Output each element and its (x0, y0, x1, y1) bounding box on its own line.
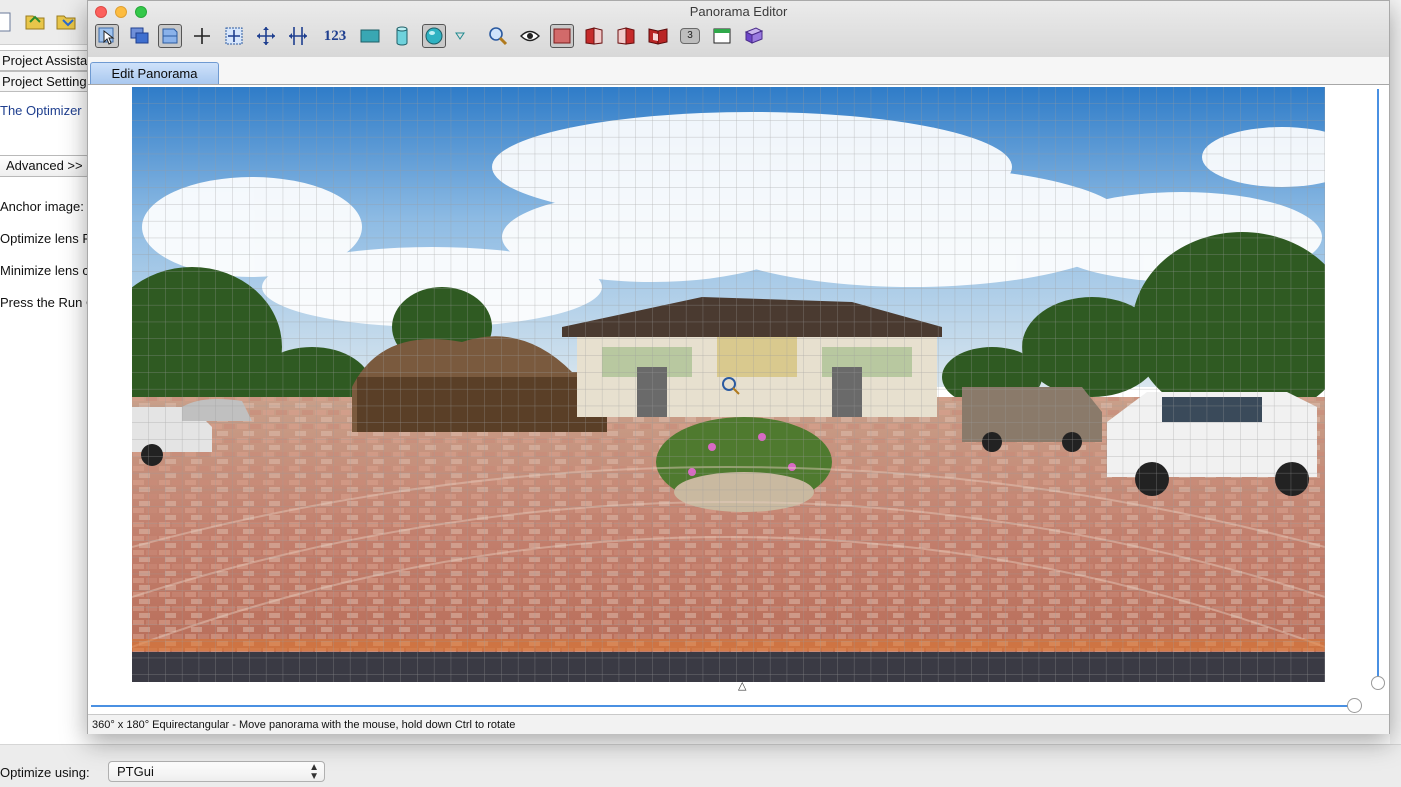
rectangle-projection-icon[interactable] (358, 24, 382, 48)
image-layout-icon[interactable] (158, 24, 182, 48)
tab-edit-panorama[interactable]: Edit Panorama (90, 62, 219, 84)
center-marker-icon[interactable]: △ (738, 679, 746, 692)
cylinder-projection-icon[interactable] (390, 24, 414, 48)
horizon-arrows-icon[interactable] (286, 24, 310, 48)
badge-count-label: 3 (680, 28, 700, 44)
panorama-editor-window: Panorama Editor 123 3 Edit Panorama △ 36… (87, 0, 1390, 734)
panorama-image[interactable] (132, 87, 1325, 682)
open-project-icon[interactable] (24, 10, 45, 32)
window-icon[interactable] (710, 24, 734, 48)
numbers-icon[interactable]: 123 (320, 24, 350, 48)
multi-image-icon[interactable] (127, 24, 151, 48)
numbers-label: 123 (323, 27, 347, 44)
book-panel-icon[interactable] (646, 24, 670, 48)
anchor-image-label: Anchor image: (0, 199, 84, 214)
panorama-canvas[interactable]: △ (88, 85, 1389, 714)
horizontal-scrollbar[interactable] (91, 705, 1353, 707)
vertical-scroll-thumb[interactable] (1371, 676, 1385, 690)
window-title: Panorama Editor (689, 4, 788, 19)
sphere-projection-icon[interactable] (422, 24, 446, 48)
select-arrows-icon: ▲ ▼ (309, 762, 319, 782)
rect-selection-icon[interactable] (550, 24, 574, 48)
optimize-using-value: PTGui (117, 764, 154, 779)
select-arrow-icon[interactable] (95, 24, 119, 48)
horizontal-scroll-thumb[interactable] (1347, 698, 1362, 713)
titlebar: Panorama Editor 123 3 (88, 1, 1389, 58)
optimizer-description: The Optimizer (0, 103, 82, 118)
right-panel-icon[interactable] (614, 24, 638, 48)
badge-count-icon[interactable]: 3 (678, 24, 702, 48)
left-panel-icon[interactable] (582, 24, 606, 48)
main-toolbar (0, 0, 100, 45)
optimize-lens-label: Optimize lens F (0, 231, 91, 246)
tab-project-settings[interactable]: Project Setting (0, 71, 90, 92)
status-bar: 360° x 180° Equirectangular - Move panor… (88, 714, 1389, 734)
book-icon[interactable] (742, 24, 766, 48)
tab-project-assistant[interactable]: Project Assista (0, 50, 91, 71)
new-project-icon[interactable] (0, 10, 20, 32)
center-point-icon[interactable] (222, 24, 246, 48)
main-tabs: Project Assista (0, 50, 100, 71)
crosshair-icon[interactable] (190, 24, 214, 48)
editor-tabs: Edit Panorama (88, 57, 1389, 85)
vertical-scrollbar[interactable] (1377, 89, 1379, 679)
press-run-text: Press the Run C (0, 295, 96, 310)
eye-icon[interactable] (518, 24, 542, 48)
move-arrows-icon[interactable] (254, 24, 278, 48)
optimize-using-label: Optimize using: (0, 765, 90, 780)
advanced-button[interactable]: Advanced >> (0, 155, 90, 177)
minimize-lens-label: Minimize lens c (0, 263, 89, 278)
save-project-icon[interactable] (55, 10, 76, 32)
zoom-magnifier-icon[interactable] (486, 24, 510, 48)
optimize-using-select[interactable]: PTGui ▲ ▼ (108, 761, 325, 782)
dropdown-triangle-icon[interactable] (452, 24, 468, 48)
main-window-edge (1390, 0, 1401, 786)
